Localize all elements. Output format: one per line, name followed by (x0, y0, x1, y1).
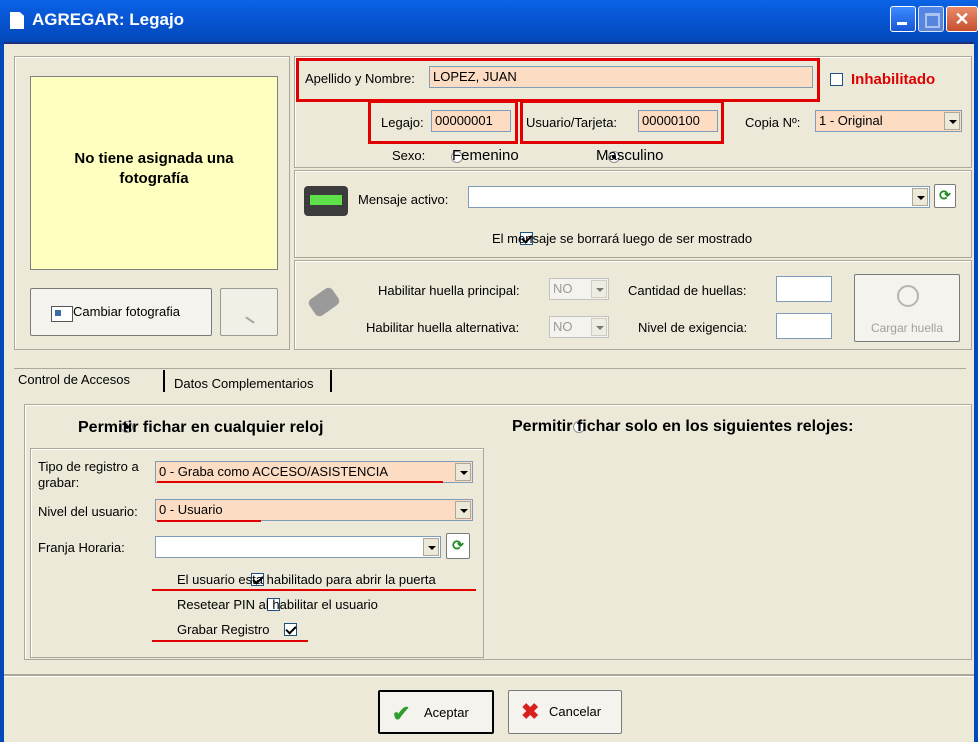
fingerprint-icon (897, 285, 919, 307)
disabled-label: Inhabilitado (851, 71, 936, 88)
erase-message-label: El mensaje se borrará luego de ser mostr… (492, 231, 753, 246)
sex-female-label: Femenino (452, 147, 519, 164)
tab-separator (330, 370, 332, 392)
accept-label: Aceptar (424, 705, 469, 720)
photo-icon (51, 306, 73, 322)
app-icon (10, 12, 24, 29)
load-fingerprint-label: Cargar huella (870, 321, 944, 335)
name-field[interactable]: LOPEZ, JUAN (429, 66, 813, 88)
alt-fingerprint-value: NO (553, 319, 573, 334)
chevron-down-icon (455, 501, 471, 519)
message-label: Mensaje activo: (358, 192, 449, 207)
fingerprint-count-label: Cantidad de huellas: (628, 283, 747, 298)
any-clock-label: Permitir fichar en cualquier reloj (78, 419, 324, 436)
main-fingerprint-select[interactable]: NO (549, 278, 609, 300)
copy-select[interactable]: 1 - Original (815, 110, 962, 132)
record-type-annotation (157, 481, 443, 483)
user-level-annotation (157, 520, 261, 522)
window-frame-left (0, 42, 4, 742)
some-clocks-label: Permitir fichar solo en los siguientes r… (512, 418, 854, 435)
change-photo-label: Cambiar fotografia (73, 304, 180, 319)
minimize-button[interactable] (890, 6, 916, 32)
tab-access-control[interactable]: Control de Accesos (18, 372, 130, 387)
sex-label: Sexo: (392, 148, 426, 163)
chevron-down-icon (591, 318, 607, 336)
reset-pin-label: Resetear PIN al habilitar el usuario (177, 597, 378, 612)
window-title: AGREGAR: Legajo (32, 10, 185, 29)
user-level-label: Nivel del usuario: (38, 504, 138, 519)
requirement-level-field[interactable] (776, 313, 832, 339)
cancel-label: Cancelar (549, 704, 602, 719)
door-annotation (152, 589, 476, 591)
time-slot-label: Franja Horaria: (38, 540, 125, 555)
close-icon: ✕ (954, 9, 970, 29)
cancel-button[interactable]: ✖ Cancelar (508, 690, 622, 734)
device-icon (304, 186, 348, 216)
record-checkbox[interactable] (284, 623, 297, 636)
refresh-time-slot-button[interactable]: ⟳ (446, 533, 470, 559)
tab-strip-line (14, 368, 966, 369)
footer-divider (4, 674, 974, 677)
refresh-icon: ⟳ (939, 187, 951, 203)
alt-fingerprint-select[interactable]: NO (549, 316, 609, 338)
user-level-select[interactable]: 0 - Usuario (155, 499, 473, 521)
maximize-button[interactable] (918, 6, 944, 32)
message-select[interactable] (468, 186, 930, 208)
requirement-level-label: Nivel de exigencia: (638, 320, 748, 335)
legajo-field[interactable]: 00000001 (431, 110, 511, 132)
change-photo-button[interactable]: Cambiar fotografia (30, 288, 212, 336)
user-label: Usuario/Tarjeta: (526, 115, 618, 130)
fingerprint-count-field[interactable] (776, 276, 832, 302)
window-frame-right (974, 42, 978, 742)
record-annotation (152, 640, 308, 642)
chevron-down-icon (455, 463, 471, 481)
accept-button[interactable]: ✔ Aceptar (378, 690, 494, 734)
cancel-x-icon: ✖ (521, 699, 540, 724)
refresh-icon: ⟳ (452, 537, 464, 553)
user-field[interactable]: 00000100 (638, 110, 718, 132)
main-fingerprint-value: NO (553, 281, 573, 296)
fingerprint-reader-icon (306, 282, 346, 322)
chevron-down-icon (912, 188, 928, 206)
chevron-down-icon (423, 538, 439, 556)
photo-placeholder-text: No tiene asignada una fotografía (74, 150, 234, 187)
refresh-message-button[interactable]: ⟳ (934, 184, 956, 208)
record-type-label: Tipo de registro a grabar: (38, 459, 139, 490)
record-type-select[interactable]: 0 - Graba como ACCESO/ASISTENCIA (155, 461, 473, 483)
copy-value: 1 - Original (819, 113, 883, 128)
close-button[interactable]: ✕ (946, 6, 978, 32)
photo-placeholder: No tiene asignada una fotografía (30, 76, 278, 270)
record-type-value: 0 - Graba como ACCESO/ASISTENCIA (159, 464, 389, 479)
user-level-value: 0 - Usuario (159, 502, 223, 517)
disabled-checkbox[interactable] (830, 73, 843, 86)
chevron-down-icon (591, 280, 607, 298)
door-label: El usuario esta habilitado para abrir la… (177, 572, 436, 587)
erase-icon (245, 316, 255, 324)
main-fingerprint-label: Habilitar huella principal: (378, 283, 520, 298)
name-label: Apellido y Nombre: (305, 71, 415, 86)
load-fingerprint-button[interactable]: Cargar huella (854, 274, 960, 342)
alt-fingerprint-label: Habilitar huella alternativa: (366, 320, 520, 335)
tab-complementary-data[interactable]: Datos Complementarios (174, 376, 313, 391)
checkmark-icon: ✔ (392, 701, 411, 726)
copy-label: Copia Nº: (745, 115, 801, 130)
sex-male-label: Masculino (596, 147, 664, 164)
legajo-label: Legajo: (381, 115, 424, 130)
delete-photo-button[interactable] (220, 288, 278, 336)
chevron-down-icon (944, 112, 960, 130)
time-slot-select[interactable] (155, 536, 441, 558)
record-label: Grabar Registro (177, 622, 270, 637)
tab-separator (163, 370, 165, 392)
